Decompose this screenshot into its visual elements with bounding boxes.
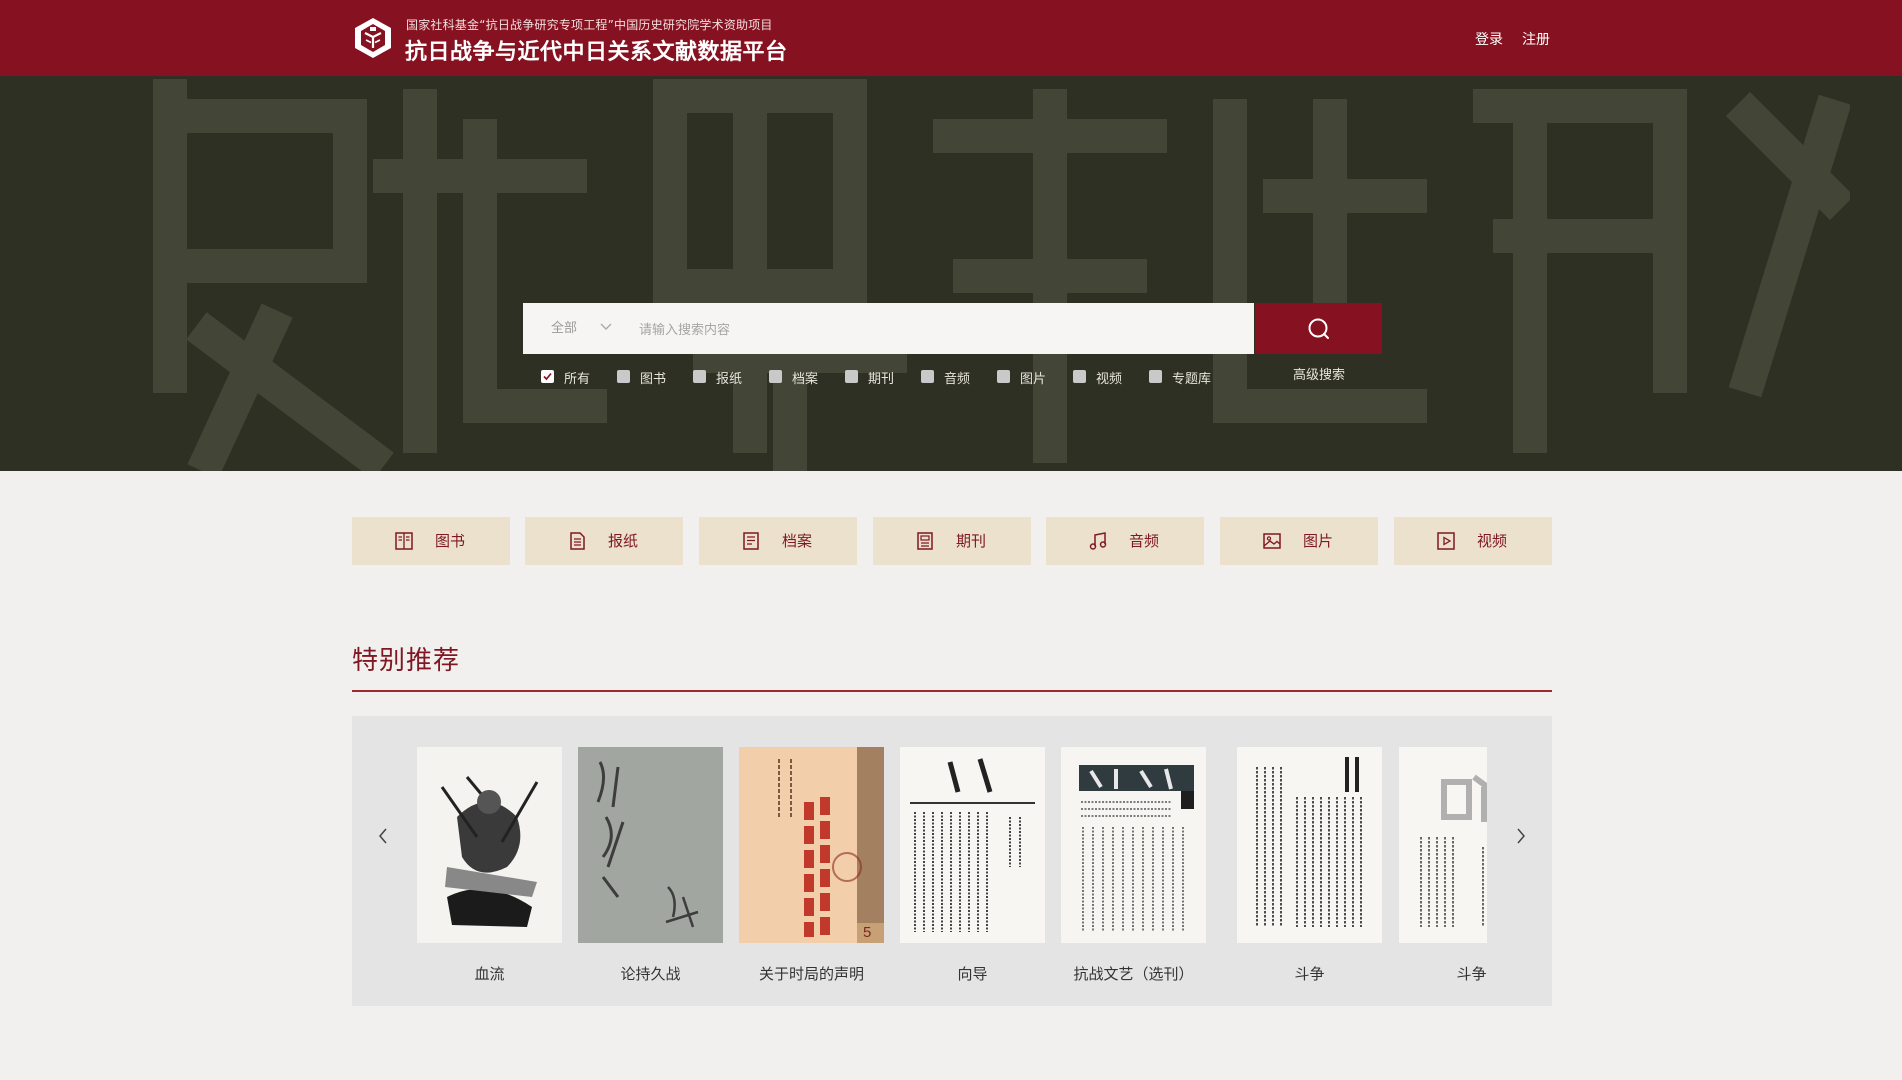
filter-checkbox[interactable] — [921, 370, 934, 383]
category-label: 档案 — [782, 532, 813, 550]
category-label: 报纸 — [608, 532, 639, 550]
calligraphy-background-icon — [153, 79, 1850, 471]
chevron-down-icon[interactable] — [600, 323, 612, 331]
carousel-next-button[interactable] — [1510, 816, 1534, 856]
book-cover-image[interactable] — [1061, 747, 1206, 943]
newspaper-icon — [570, 532, 585, 550]
login-link[interactable]: 登录 — [1475, 29, 1503, 49]
search-button[interactable] — [1255, 303, 1382, 354]
site-logo-icon[interactable] — [352, 16, 394, 60]
book-title[interactable]: 抗战文艺（选刊） — [1041, 963, 1226, 984]
category-audio-button[interactable]: 音频 — [1046, 517, 1204, 565]
filter-label: 期刊 — [868, 372, 895, 387]
filter-label: 专题库 — [1172, 372, 1212, 387]
featured-item[interactable]: 向导 — [900, 747, 1045, 997]
category-label: 视频 — [1477, 532, 1508, 550]
carousel-prev-button[interactable] — [372, 816, 396, 856]
journal-icon — [917, 532, 933, 550]
category-books-button[interactable]: 图书 — [352, 517, 510, 565]
category-label: 图书 — [435, 532, 466, 550]
filter-checkbox[interactable] — [617, 370, 630, 383]
header: 国家社科基金“抗日战争研究专项工程”中国历史研究院学术资助项目 抗日战争与近代中… — [0, 0, 1902, 76]
featured-item[interactable]: 抗战文艺（选刊） — [1061, 747, 1206, 997]
book-title[interactable]: 斗争 — [1217, 963, 1402, 984]
filter-label: 档案 — [792, 372, 819, 387]
filter-checkbox-checked[interactable] — [541, 370, 554, 383]
music-icon — [1089, 532, 1107, 550]
scope-select[interactable]: 全部 — [551, 303, 577, 354]
hero-banner: 全部 所有 图书 报纸 档案 — [0, 76, 1902, 471]
svg-text:5: 5 — [863, 924, 871, 941]
search-bar: 全部 — [523, 303, 1254, 354]
filter-label: 所有 — [564, 372, 591, 387]
category-journals-button[interactable]: 期刊 — [873, 517, 1031, 565]
book-cover-image[interactable] — [417, 747, 562, 943]
video-icon — [1437, 532, 1455, 550]
category-images-button[interactable]: 图片 — [1220, 517, 1378, 565]
image-icon — [1263, 533, 1281, 549]
featured-section-title: 特别推荐 — [352, 646, 461, 676]
filter-label: 图书 — [640, 372, 667, 387]
filter-checkbox[interactable] — [1073, 370, 1086, 383]
search-input[interactable] — [637, 314, 1241, 346]
carousel-track: 血流 论持久战 5 关于时局的声明 向导 抗战文艺（选刊） 斗争 斗争 — [417, 747, 1487, 997]
search-icon — [1308, 318, 1329, 339]
book-title[interactable]: 关于时局的声明 — [719, 963, 904, 984]
filter-checkbox[interactable] — [845, 370, 858, 383]
book-title[interactable]: 向导 — [880, 963, 1065, 984]
book-icon — [395, 532, 413, 550]
book-cover-image[interactable] — [1237, 747, 1382, 943]
book-cover-image[interactable] — [1399, 747, 1487, 943]
category-archives-button[interactable]: 档案 — [699, 517, 857, 565]
category-newspapers-button[interactable]: 报纸 — [525, 517, 683, 565]
site-title[interactable]: 抗日战争与近代中日关系文献数据平台 — [405, 34, 788, 66]
featured-item[interactable]: 论持久战 — [578, 747, 723, 997]
advanced-search-link[interactable]: 高级搜索 — [1293, 364, 1345, 383]
featured-item[interactable]: 斗争 — [1237, 747, 1382, 997]
book-title[interactable]: 斗争 — [1379, 963, 1487, 984]
book-cover-image[interactable] — [578, 747, 723, 943]
filter-label: 报纸 — [716, 372, 743, 387]
filter-checkbox[interactable] — [1149, 370, 1162, 383]
filter-label: 音频 — [944, 372, 971, 387]
featured-item[interactable]: 斗争 — [1399, 747, 1487, 997]
chevron-right-icon — [1517, 828, 1525, 844]
featured-item[interactable]: 血流 — [417, 747, 562, 997]
check-icon — [543, 372, 552, 381]
header-subtitle: 国家社科基金“抗日战争研究专项工程”中国历史研究院学术资助项目 — [406, 18, 773, 32]
chevron-left-icon — [379, 828, 387, 844]
filter-checkbox[interactable] — [769, 370, 782, 383]
filter-checkbox[interactable] — [997, 370, 1010, 383]
category-label: 期刊 — [956, 532, 987, 550]
register-link[interactable]: 注册 — [1522, 29, 1550, 49]
filter-checkbox[interactable] — [693, 370, 706, 383]
category-label: 音频 — [1129, 532, 1160, 550]
archive-icon — [743, 532, 759, 550]
book-cover-image[interactable] — [900, 747, 1045, 943]
book-title[interactable]: 论持久战 — [558, 963, 743, 984]
section-divider — [352, 690, 1552, 692]
filter-label: 图片 — [1020, 372, 1047, 387]
book-cover-image[interactable]: 5 — [739, 747, 884, 943]
filter-label: 视频 — [1096, 372, 1123, 387]
featured-item[interactable]: 5 关于时局的声明 — [739, 747, 884, 997]
category-videos-button[interactable]: 视频 — [1394, 517, 1552, 565]
category-label: 图片 — [1303, 532, 1334, 550]
featured-carousel: 血流 论持久战 5 关于时局的声明 向导 抗战文艺（选刊） 斗争 斗争 — [352, 716, 1552, 1006]
